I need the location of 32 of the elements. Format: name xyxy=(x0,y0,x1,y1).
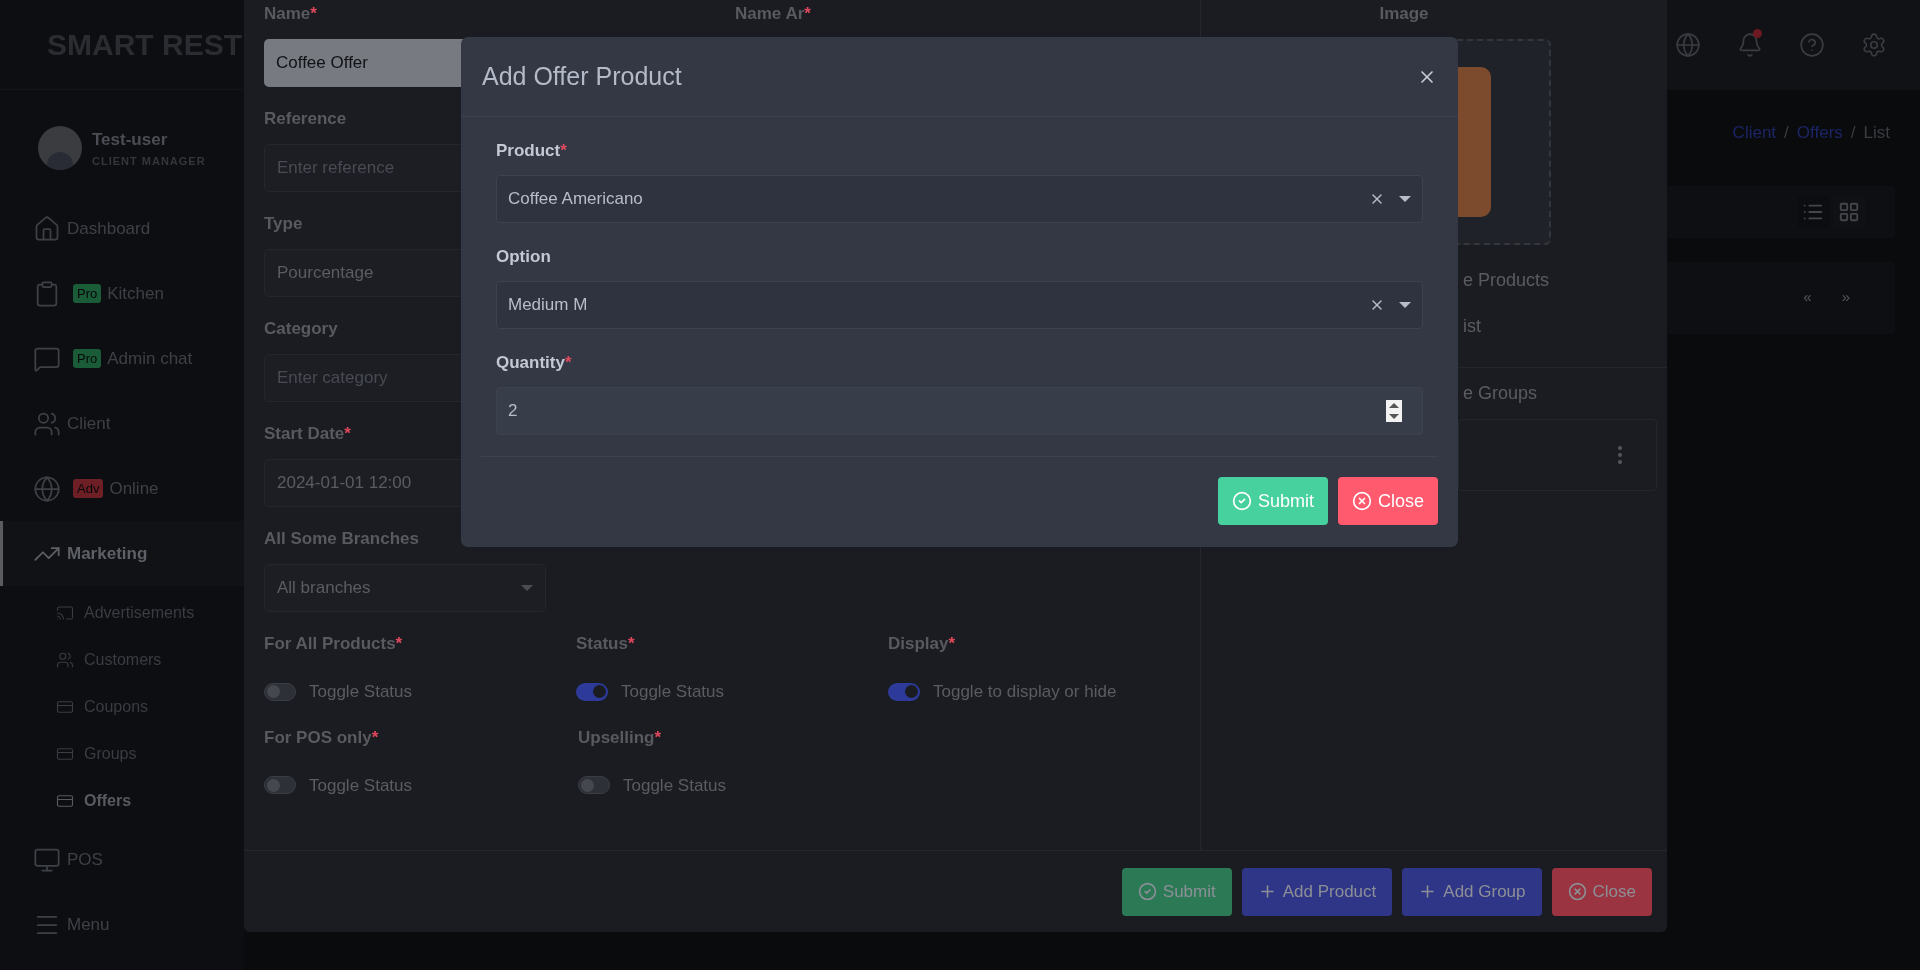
field-label: Option xyxy=(496,246,552,268)
toggle-label: Toggle to display or hide xyxy=(933,681,1117,703)
field-label: Image xyxy=(1379,3,1429,25)
toggle-label: Toggle Status xyxy=(621,681,724,703)
nav-label: Marketing xyxy=(67,542,148,565)
field-label: Type xyxy=(264,213,304,235)
section-heading: ist xyxy=(1463,315,1482,338)
plan-badge: Adv xyxy=(73,478,104,499)
field-label: Product* xyxy=(496,140,568,162)
breadcrumb-separator: / xyxy=(1784,122,1789,144)
field-label: For POS only* xyxy=(264,726,380,749)
field-label: For All Products* xyxy=(264,633,404,655)
field-label: Display* xyxy=(888,633,957,655)
field-label: Reference xyxy=(264,108,348,130)
toggle-label: Toggle Status xyxy=(309,774,412,797)
section-heading: e Groups xyxy=(1463,383,1538,403)
plan-badge: Pro xyxy=(73,283,102,304)
field-label: Name* xyxy=(264,3,318,25)
field-label: Name Ar* xyxy=(735,3,811,25)
section-heading: e Products xyxy=(1463,269,1551,292)
toggle-label: Toggle Status xyxy=(309,681,412,703)
user-name: Test-user xyxy=(92,129,169,151)
field-label: Status* xyxy=(576,633,636,655)
field-label: Quantity* xyxy=(496,352,573,374)
field-label: Upselling* xyxy=(578,726,663,749)
dialog-title: Add Offer Product xyxy=(482,60,682,92)
field-label: Start Date* xyxy=(264,423,352,445)
field-label: All Some Branches xyxy=(264,528,420,550)
toggle-label: Toggle Status xyxy=(623,774,726,797)
plan-badge: Pro xyxy=(73,348,102,369)
breadcrumb-separator: / xyxy=(1850,122,1856,144)
field-label: Category xyxy=(264,318,339,340)
